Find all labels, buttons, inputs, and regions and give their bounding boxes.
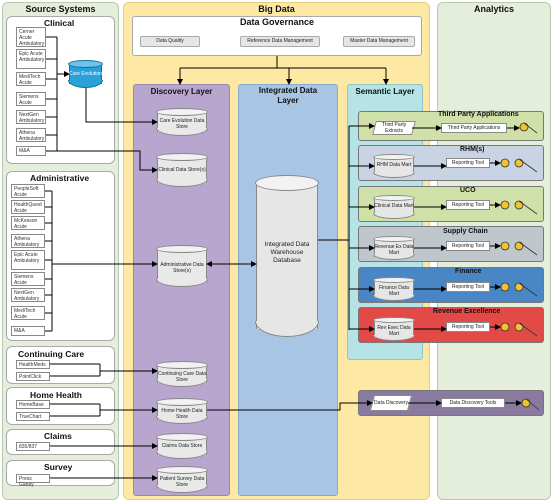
tool-icons (500, 122, 540, 411)
connector-lines (45, 36, 540, 481)
